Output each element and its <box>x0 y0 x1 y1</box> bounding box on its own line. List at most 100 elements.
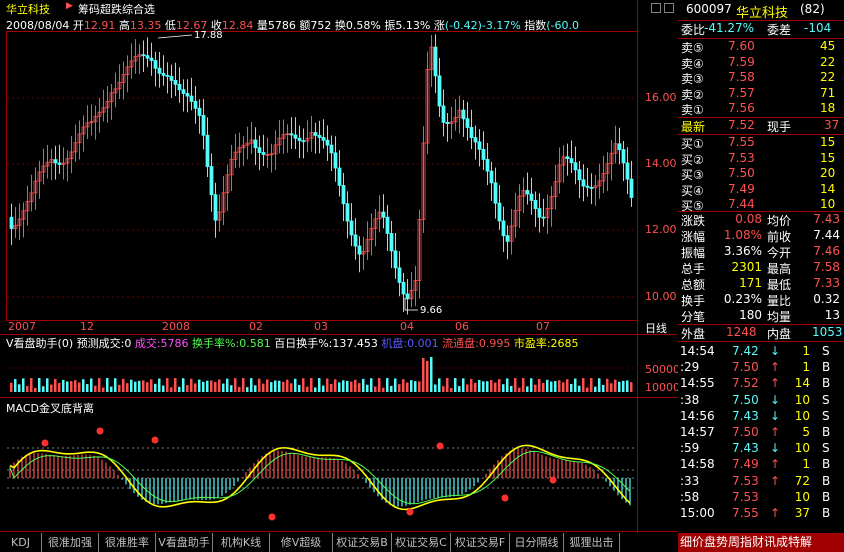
candle-body <box>253 139 258 149</box>
volume-bar <box>474 382 477 392</box>
buy-row[interactable]: 买② 7.53 15 <box>678 151 844 167</box>
time-tick: 2007 <box>8 320 36 333</box>
sell-label: 卖② <box>681 87 704 102</box>
candle-body <box>161 72 166 76</box>
volume-bar <box>46 378 49 392</box>
main-chart[interactable] <box>0 0 678 533</box>
vol-axis-tick: 50000 <box>645 363 680 376</box>
indicator-tab[interactable]: KDJ <box>0 533 42 552</box>
volume-bar <box>358 383 361 392</box>
tick-arrow: ↑ <box>770 425 781 439</box>
buy-volume: 14 <box>820 181 836 196</box>
stock-code: 600097 <box>686 2 732 16</box>
volume-bar <box>278 380 281 392</box>
candle-body <box>301 140 306 143</box>
tick-arrow: ↓ <box>770 344 781 358</box>
candle-body <box>201 115 206 136</box>
indicator-tab[interactable]: 很准加强 <box>42 533 99 552</box>
tick-volume: 72 <box>794 473 810 488</box>
indicator-tab[interactable]: 权证交易F <box>451 533 510 552</box>
tick-side: S <box>822 408 830 423</box>
volume-bar <box>522 378 525 392</box>
tick-time: :29 <box>680 360 700 375</box>
candle-body <box>481 148 486 160</box>
tick-time: 14:56 <box>680 408 715 423</box>
candle-body <box>381 211 386 218</box>
indicator-tab[interactable]: 权证交易B <box>333 533 392 552</box>
candle-body <box>257 147 262 153</box>
volume-bar <box>210 380 213 392</box>
macd-panel-title[interactable]: MACD金叉底背离 <box>6 400 94 416</box>
stat-value: 0.08 <box>735 212 762 226</box>
weibi-value: -41.27% <box>704 21 755 35</box>
low-mark-label: 9.66 <box>420 305 443 316</box>
indicator-tab[interactable]: 权证交易C <box>392 533 451 552</box>
stat-label: 总手 <box>681 262 706 276</box>
sell-row[interactable]: 卖③ 7.58 22 <box>678 70 844 86</box>
indicator-tab[interactable]: V看盘助手 <box>156 533 213 552</box>
tick-price: 7.43 <box>732 441 759 456</box>
sell-volume: 18 <box>820 101 836 115</box>
volume-bar <box>354 379 357 392</box>
volume-bar <box>462 378 465 392</box>
stat-value: 180 <box>739 308 762 322</box>
buy-row[interactable]: 买① 7.55 15 <box>678 135 844 151</box>
sell-row[interactable]: 卖② 7.57 71 <box>678 86 844 102</box>
indicator-tab[interactable]: 修V超级MACD <box>270 533 333 552</box>
buy-row[interactable]: 买③ 7.50 20 <box>678 166 844 182</box>
volume-bar <box>318 378 321 392</box>
period-label[interactable]: 日线 <box>645 320 667 336</box>
vol-value: 5786 <box>160 337 189 349</box>
volume-bar <box>378 378 381 392</box>
sell-volume: 22 <box>820 70 836 84</box>
volume-bar <box>414 381 417 392</box>
volume-bar <box>482 381 485 392</box>
sell-row[interactable]: 卖④ 7.59 22 <box>678 55 844 71</box>
volume-bar <box>362 378 365 392</box>
buy-row[interactable]: 买④ 7.49 14 <box>678 182 844 198</box>
tick-row: 14:57 7.50 ↑ 5 B <box>678 425 844 441</box>
tick-price: 7.52 <box>732 376 759 391</box>
indicator-tab[interactable]: 日分隔线 <box>510 533 564 552</box>
vol-panel-title[interactable]: V看盘助手(0) <box>6 337 73 349</box>
vol-axis-tick: 10000 <box>645 381 680 394</box>
sell-row[interactable]: 卖⑤ 7.60 45 <box>678 39 844 55</box>
volume-bar <box>330 383 333 392</box>
sell-label: 卖④ <box>681 56 704 71</box>
indicator-tab[interactable]: 机构K线 <box>213 533 270 552</box>
volume-bar <box>562 382 565 392</box>
indicator-tab[interactable]: 狐狸出击 <box>564 533 620 552</box>
buy-volume: 15 <box>820 150 836 165</box>
volume-bar <box>234 378 237 392</box>
candle-body <box>261 152 266 155</box>
volume-bar <box>454 378 457 392</box>
cross-dot <box>151 436 159 444</box>
stat-row: 换手 0.23% 量比 0.32 <box>678 292 844 308</box>
candle-body <box>213 194 218 221</box>
volume-bar <box>298 385 301 392</box>
candle-body <box>505 235 510 242</box>
volume-bar <box>338 382 341 392</box>
volume-bar <box>446 378 449 392</box>
tick-side: B <box>822 360 831 375</box>
cross-dot <box>549 476 557 484</box>
sell-row[interactable]: 卖① 7.56 18 <box>678 101 844 117</box>
time-tick: 02 <box>249 320 263 333</box>
hand-value: 37 <box>824 118 840 132</box>
buy-price: 7.50 <box>728 166 755 180</box>
tick-row: 15:00 7.55 ↑ 37 B <box>678 506 844 522</box>
volume-bar <box>78 382 81 392</box>
sell-price: 7.56 <box>728 101 755 115</box>
candle-body <box>433 46 438 77</box>
candle-body <box>585 185 590 188</box>
volume-bar <box>606 378 609 392</box>
stock-terminal: { "header":{"stock_name":"华立科技","indicat… <box>0 0 844 552</box>
volume-bar <box>214 382 217 392</box>
indicator-tab[interactable]: 很准胜率 <box>99 533 156 552</box>
candle-body <box>165 75 170 77</box>
buy-label: 买② <box>681 152 704 167</box>
bottom-right-tabs[interactable]: 细价盘势周指财讯成特解 <box>678 533 844 552</box>
candle-body <box>333 152 338 169</box>
volume-bar <box>74 380 77 392</box>
stat-row: 分笔 180 均量 13 <box>678 308 844 324</box>
